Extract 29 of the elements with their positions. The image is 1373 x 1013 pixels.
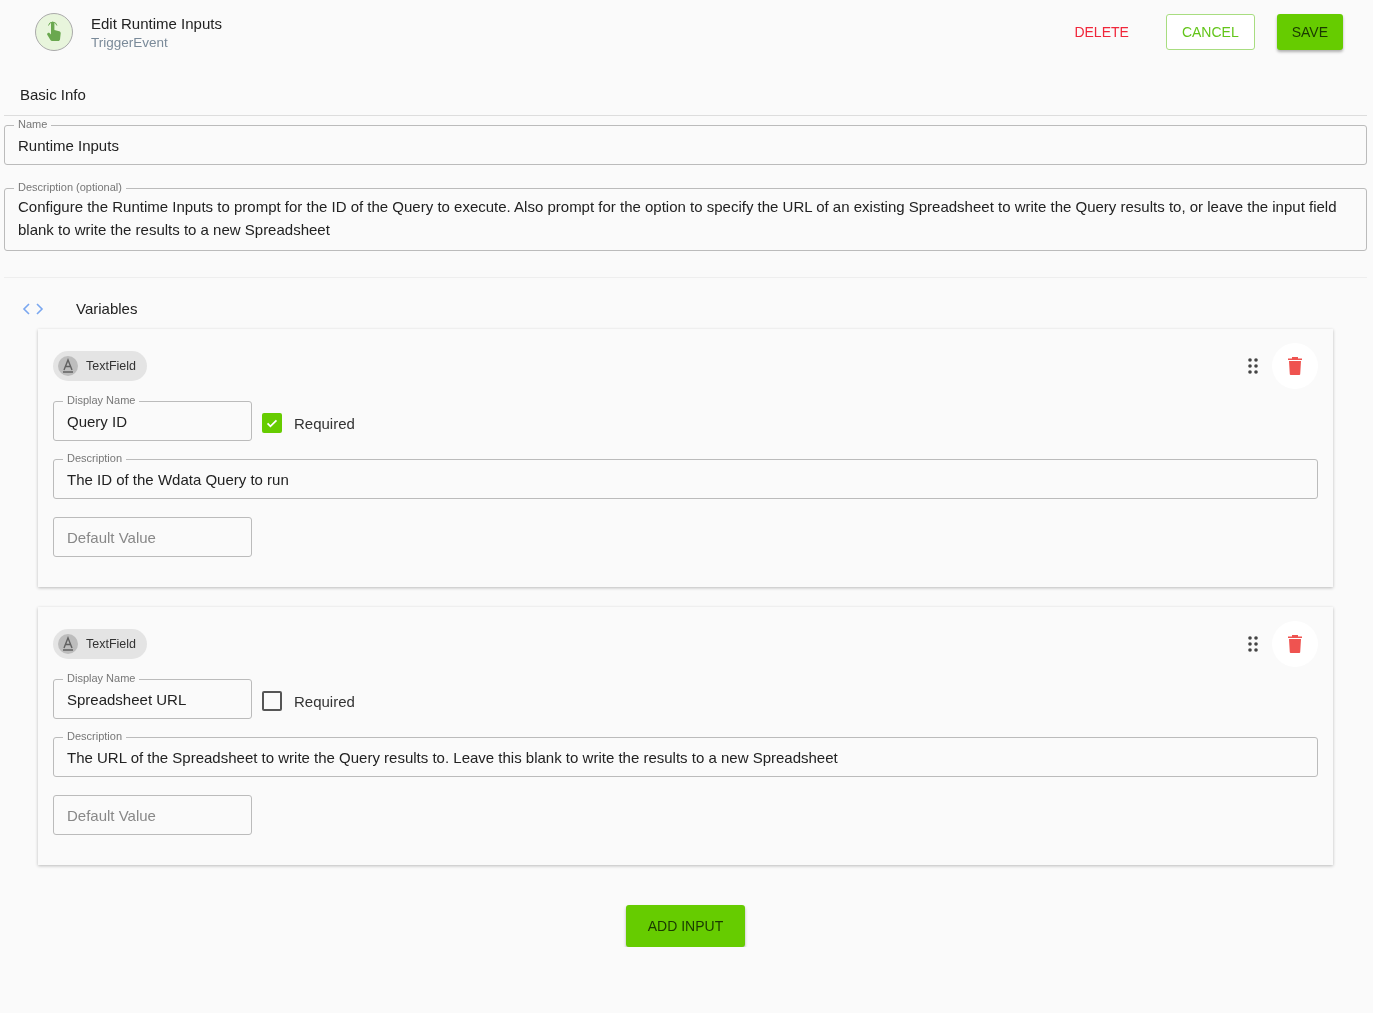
field-label: Name <box>14 118 52 131</box>
field-label: Description <box>63 452 127 465</box>
drag-handle-icon[interactable] <box>1248 636 1258 652</box>
drag-handle-icon[interactable] <box>1248 358 1258 374</box>
save-button[interactable]: SAVE <box>1276 14 1343 50</box>
add-input-button[interactable]: ADD INPUT <box>625 905 746 947</box>
touch-icon <box>35 13 73 51</box>
delete-button[interactable]: DELETE <box>1059 14 1144 50</box>
chip-label: TextField <box>86 637 137 651</box>
checkbox-label: Required <box>294 414 355 432</box>
trash-icon <box>1288 357 1302 375</box>
field-label: Display Name <box>63 672 140 685</box>
checkbox[interactable] <box>262 691 282 711</box>
trash-icon <box>1288 635 1302 653</box>
field-label: Display Name <box>63 394 140 407</box>
section-heading: Variables <box>75 300 138 317</box>
checkbox[interactable] <box>262 413 282 433</box>
code-icon <box>22 302 44 315</box>
chip-label: TextField <box>86 359 137 373</box>
text-format-icon <box>58 356 78 376</box>
page-title: Edit Runtime Inputs <box>91 14 223 32</box>
field-label: Description <box>63 730 127 743</box>
input-field[interactable]: Default Value <box>53 795 252 835</box>
checkbox-label: Required <box>294 692 355 710</box>
page-subtitle: TriggerEvent <box>91 34 169 50</box>
input-field[interactable]: Default Value <box>53 517 252 557</box>
field-label: Description (optional) <box>14 181 126 194</box>
text-format-icon <box>58 634 78 654</box>
section-heading: Basic Info <box>19 86 87 103</box>
